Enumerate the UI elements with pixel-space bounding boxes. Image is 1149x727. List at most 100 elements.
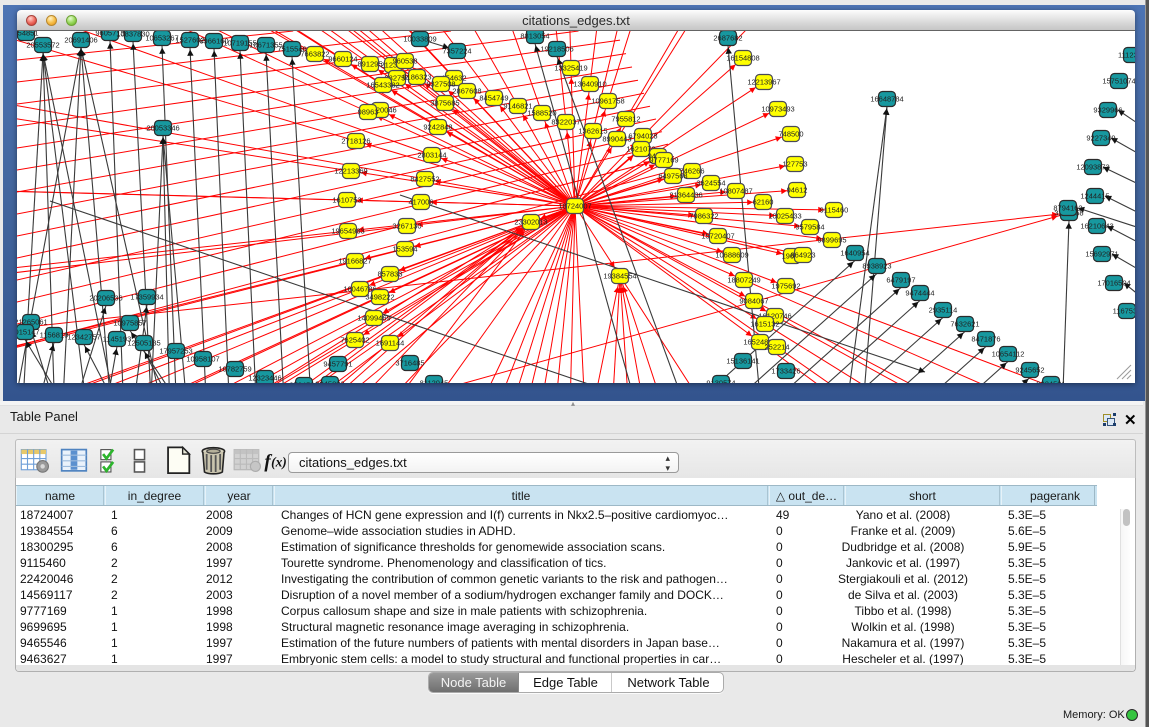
svg-text:15751074: 15751074 [1102, 77, 1135, 86]
svg-text:2867608: 2867608 [452, 87, 481, 96]
svg-text:12213369: 12213369 [334, 167, 367, 176]
svg-text:252214: 252214 [764, 343, 789, 352]
svg-text:21364436: 21364436 [669, 191, 702, 200]
svg-text:10958107: 10958107 [186, 355, 219, 364]
svg-text:9245083: 9245083 [315, 380, 344, 384]
svg-text:1244415: 1244415 [1080, 192, 1109, 201]
svg-text:2687682: 2687682 [713, 34, 742, 43]
svg-text:10654112: 10654112 [992, 350, 1025, 359]
svg-text:94612: 94612 [787, 186, 808, 195]
svg-text:3267130: 3267130 [392, 222, 421, 231]
svg-text:6794028: 6794028 [628, 132, 657, 141]
svg-text:10688609: 10688609 [715, 251, 748, 260]
svg-text:17359934: 17359934 [130, 293, 163, 302]
svg-text:20553572: 20553572 [26, 41, 59, 50]
svg-text:98963: 98963 [358, 108, 379, 117]
svg-text:1167534: 1167534 [1113, 307, 1135, 316]
svg-text:7986322: 7986322 [689, 212, 718, 221]
svg-text:1588520: 1588520 [527, 109, 556, 118]
svg-text:10961758: 10961758 [591, 97, 624, 106]
svg-text:8794162: 8794162 [1053, 204, 1082, 213]
svg-text:1156819: 1156819 [40, 331, 69, 340]
svg-text:14099469: 14099469 [357, 314, 390, 323]
svg-text:16782759: 16782759 [218, 365, 251, 374]
svg-text:1615132: 1615132 [750, 320, 779, 329]
svg-text:8471876: 8471876 [971, 335, 1000, 344]
svg-text:417006: 417006 [408, 198, 433, 207]
svg-text:10025433: 10025433 [768, 212, 801, 221]
svg-text:17016504: 17016504 [1097, 279, 1130, 288]
svg-text:2803144: 2803144 [417, 151, 446, 160]
svg-text:9924501: 9924501 [1036, 380, 1065, 384]
svg-text:1691144: 1691144 [376, 339, 405, 348]
svg-text:12505135: 12505135 [127, 339, 160, 348]
svg-text:16154808: 16154808 [726, 54, 759, 63]
svg-text:13325419: 13325419 [554, 64, 587, 73]
svg-text:12093873: 12093873 [1076, 163, 1109, 172]
svg-text:23302013: 23302013 [514, 218, 547, 227]
svg-text:7632621: 7632621 [950, 320, 979, 329]
svg-text:3716485: 3716485 [395, 359, 424, 368]
svg-text:3498222: 3498222 [365, 293, 394, 302]
svg-text:6497568: 6497568 [658, 172, 687, 181]
svg-text:9245652: 9245652 [1015, 366, 1044, 375]
svg-text:20691406: 20691406 [64, 36, 97, 45]
svg-text:864923: 864923 [790, 251, 815, 260]
svg-text:153594: 153594 [392, 245, 417, 254]
svg-text:8938923: 8938923 [862, 262, 891, 271]
svg-text:9227349: 9227349 [1086, 134, 1115, 143]
svg-text:954851: 954851 [17, 31, 39, 38]
svg-text:8764532: 8764532 [289, 381, 318, 384]
svg-text:15720407: 15720407 [701, 232, 734, 241]
svg-text:1975692: 1975692 [771, 282, 800, 291]
svg-text:2935114: 2935114 [929, 306, 958, 315]
svg-text:857833: 857833 [377, 270, 402, 279]
svg-text:3875685: 3875685 [430, 99, 459, 108]
svg-text:8990443: 8990443 [602, 135, 631, 144]
svg-text:19218506: 19218506 [540, 45, 573, 54]
svg-text:15136141: 15136141 [726, 357, 759, 366]
svg-text:13640910: 13640910 [573, 80, 606, 89]
svg-text:19654983: 19654983 [331, 227, 364, 236]
svg-text:9115460: 9115460 [820, 206, 849, 215]
svg-text:1640954: 1640954 [840, 249, 869, 258]
svg-text:19384554: 19384554 [603, 272, 636, 281]
svg-text:26053346: 26053346 [146, 124, 179, 133]
svg-text:16543382: 16543382 [366, 81, 399, 90]
svg-text:9242848: 9242848 [423, 123, 452, 132]
svg-text:891295: 891295 [357, 60, 382, 69]
svg-text:18807249: 18807249 [727, 276, 760, 285]
svg-text:12342757: 12342757 [67, 333, 100, 342]
svg-text:18724007: 18724007 [558, 202, 591, 211]
svg-text:9329966: 9329966 [1093, 106, 1122, 115]
svg-text:7955812: 7955812 [611, 115, 640, 124]
svg-text:8322037: 8322037 [551, 118, 580, 127]
svg-text:8112045: 8112045 [420, 379, 449, 384]
svg-text:10973493: 10973493 [761, 105, 794, 114]
svg-text:960538: 960538 [392, 57, 417, 66]
svg-text:9084067: 9084067 [739, 297, 768, 306]
svg-text:16210643: 16210643 [1080, 222, 1113, 231]
svg-text:1112384: 1112384 [1118, 51, 1135, 60]
svg-text:9457791: 9457791 [323, 360, 352, 369]
svg-text:8813054: 8813054 [520, 32, 549, 41]
svg-text:9327508: 9327508 [426, 80, 455, 89]
svg-text:12213967: 12213967 [747, 78, 780, 87]
svg-text:(x): (x) [271, 454, 287, 469]
svg-text:19166827: 19166827 [338, 257, 371, 266]
svg-text:9660124: 9660124 [328, 55, 357, 64]
svg-text:10807487: 10807487 [719, 187, 752, 196]
svg-text:16648784: 16648784 [870, 95, 903, 104]
svg-text:748500: 748500 [778, 130, 803, 139]
svg-text:9130574: 9130574 [706, 379, 735, 384]
svg-text:6479197: 6479197 [886, 276, 915, 285]
svg-text:9474444: 9474444 [905, 289, 934, 298]
svg-text:20206536: 20206536 [89, 294, 122, 303]
svg-text:8427552: 8427552 [410, 175, 439, 184]
svg-text:127753: 127753 [782, 160, 807, 169]
svg-text:3915147: 3915147 [17, 328, 40, 337]
svg-text:9777169: 9777169 [649, 156, 678, 165]
svg-text:7625402: 7625402 [340, 336, 369, 345]
svg-text:1733426: 1733426 [771, 367, 800, 376]
svg-text:10975857: 10975857 [113, 319, 146, 328]
